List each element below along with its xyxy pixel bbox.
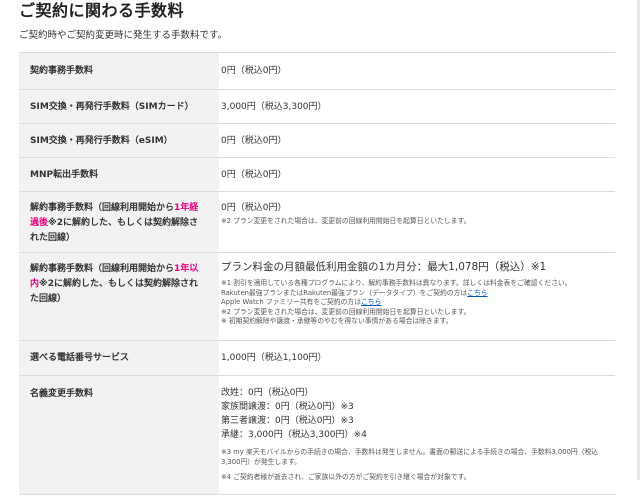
row-label: 解約事務手数料（回線利用開始から1年経過後※2に解約した、もしくは契約解除された… [19,192,219,252]
row-value: 0円（税込0円） ※2 プラン変更をされた場合は、変更前の回線利用開始日を起算日… [219,192,615,252]
row-value: 0円（税込0円） [221,66,287,76]
row-label: SIM交換・再発行手数料（SIMカード） [19,90,219,123]
row-label: SIM交換・再発行手数料（eSIM） [19,124,219,157]
footnote: ※1 割引を適用している各種プログラムにより、解約事務手数料は異なります。詳しく… [221,279,572,287]
fees-table: 契約事務手数料 0円（税込0円） SIM交換・再発行手数料（SIMカード） 3,… [19,52,615,495]
footnote: ※2 プラン変更をされた場合は、変更前の回線利用開始日を起算日といたします。 [221,307,471,316]
footnote: ※ 初期契約解除や譲渡・承継等のやむを得ない事情がある場合は除きます。 [221,317,453,325]
apple-watch-link[interactable]: こちら [361,298,381,306]
row-value: 0円（税込0円） [221,136,287,146]
table-row: 名義変更手数料 改姓：0円（税込0円） 家族間譲渡：0円（税込0円）※3 第三者… [19,376,615,495]
plan-details-link[interactable]: こちら [467,289,487,297]
row-label: 選べる電話番号サービス [19,341,219,375]
table-row: SIM交換・再発行手数料（eSIM） 0円（税込0円） [19,124,615,158]
row-value: 改姓：0円（税込0円） 家族間譲渡：0円（税込0円）※3 第三者譲渡：0円（税込… [219,376,615,494]
footnote: ※4 ご契約者様が逝去され、ご家族以外の方がご契約を引き継ぐ場合が対象です。 [221,473,471,481]
row-value: 3,000円（税込3,300円） [221,102,327,112]
row-value: 1,000円（税込1,100円） [221,353,327,363]
footnote: Apple Watch ファミリー共有をご契約の方はこちら [221,298,382,306]
row-value: プラン料金の月額最低利用金額の1カ月分：最大1,078円（税込）※1 ※1 割引… [219,253,615,340]
footnote: ※3 my 楽天モバイルからの手続きの場合、手数料は発生しません。書面の郵送によ… [221,448,599,466]
table-row: 契約事務手数料 0円（税込0円） [19,53,615,90]
page-subtitle: ご契約時やご契約変更時に発生する手数料です。 [19,30,228,41]
row-label: 契約事務手数料 [19,53,219,89]
footnote: Rakuten最強プランまたはRakuten最強プラン（データタイプ）をご契約の… [221,288,488,297]
footnote: ※2 プラン変更をされた場合は、変更前の回線利用開始日を起算日といたします。 [221,217,471,225]
row-label: MNP転出手数料 [19,158,219,191]
table-row: MNP転出手数料 0円（税込0円） [19,158,615,192]
row-label: 名義変更手数料 [19,376,219,494]
row-value: 0円（税込0円） [221,170,287,180]
table-row: SIM交換・再発行手数料（SIMカード） 3,000円（税込3,300円） [19,90,615,124]
table-row: 選べる電話番号サービス 1,000円（税込1,100円） [19,341,615,376]
page-title: ご契約に関わる手数料 [19,1,185,20]
table-row: 解約事務手数料（回線利用開始から1年以内※2に解約した、もしくは契約解除された回… [19,253,615,341]
row-label: 解約事務手数料（回線利用開始から1年以内※2に解約した、もしくは契約解除された回… [19,253,219,340]
table-row: 解約事務手数料（回線利用開始から1年経過後※2に解約した、もしくは契約解除された… [19,192,615,253]
